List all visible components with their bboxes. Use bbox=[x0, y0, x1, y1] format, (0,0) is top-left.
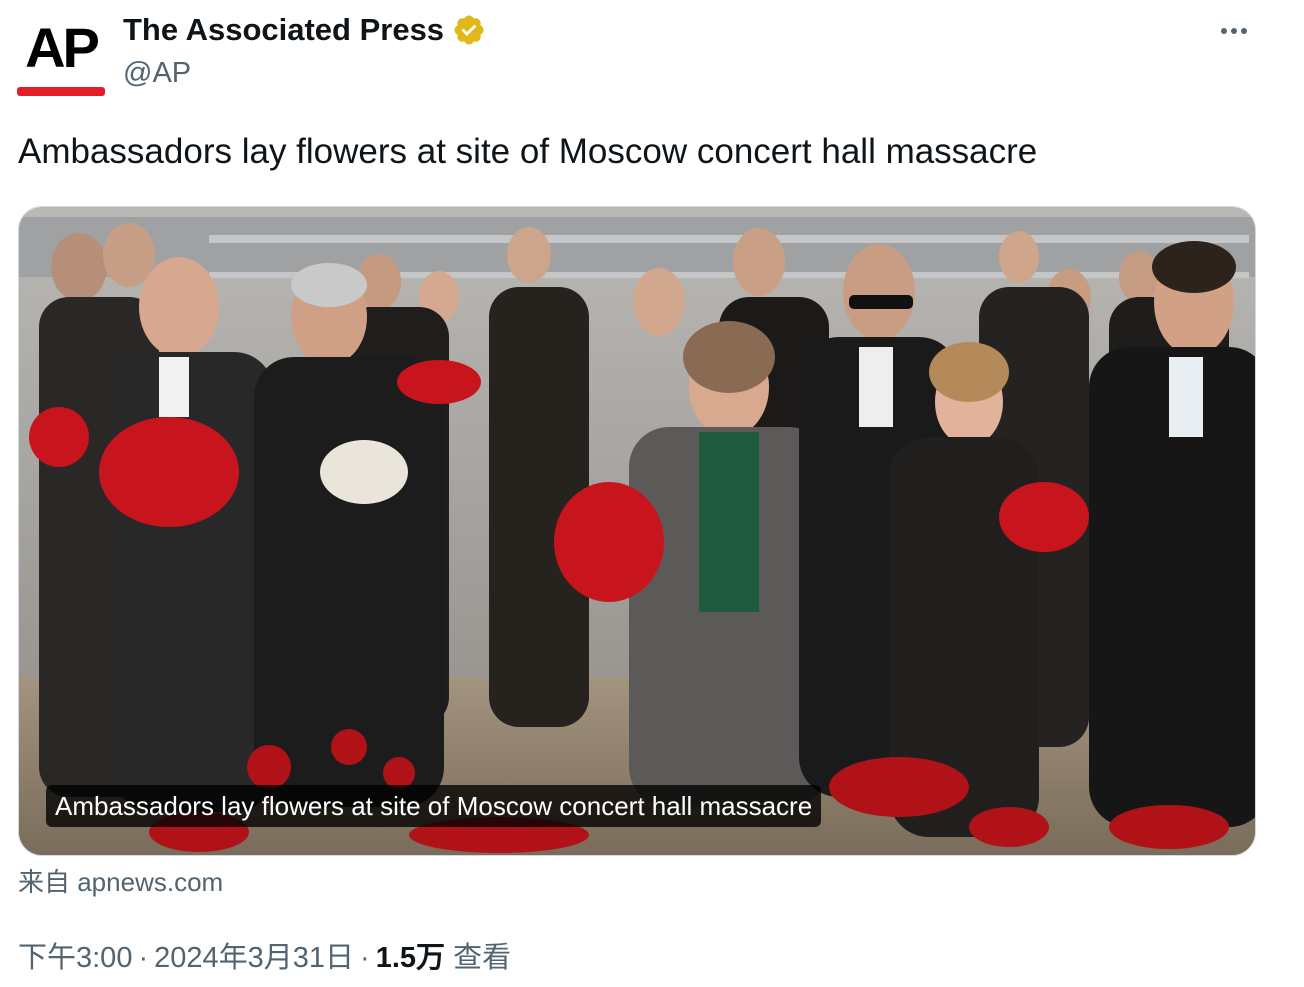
card-caption: Ambassadors lay flowers at site of Mosco… bbox=[46, 785, 822, 827]
tweet: AP The Associated Press @AP Ambassadors … bbox=[0, 0, 1304, 987]
link-card[interactable]: Ambassadors lay flowers at site of Mosco… bbox=[18, 206, 1256, 856]
card-source-link[interactable]: 来自 apnews.com bbox=[18, 864, 223, 900]
meta-separator: · bbox=[138, 942, 149, 974]
tweet-date-link[interactable]: 2024年3月31日 bbox=[154, 942, 354, 974]
author-name-row: The Associated Press bbox=[123, 10, 486, 50]
tweet-text: Ambassadors lay flowers at site of Mosco… bbox=[18, 132, 1038, 171]
more-dot bbox=[1241, 28, 1247, 34]
more-dot bbox=[1221, 28, 1227, 34]
more-options-icon[interactable] bbox=[1212, 16, 1256, 46]
views-label: 查看 bbox=[453, 942, 512, 974]
tweet-time-link[interactable]: 下午3:00 bbox=[18, 942, 132, 974]
card-photo bbox=[19, 207, 1255, 855]
views-count: 1.5万 bbox=[375, 942, 446, 974]
verified-badge-icon[interactable] bbox=[452, 13, 486, 47]
more-dot bbox=[1231, 28, 1237, 34]
avatar[interactable]: AP bbox=[17, 12, 105, 96]
tweet-meta: 下午3:00 · 2024年3月31日 · 1.5万 查看 bbox=[18, 938, 511, 978]
author-handle[interactable]: @AP bbox=[123, 54, 191, 92]
author-display-name[interactable]: The Associated Press bbox=[123, 12, 444, 48]
avatar-logo-bar bbox=[17, 87, 105, 96]
avatar-logo-text: AP bbox=[25, 16, 100, 79]
meta-separator: · bbox=[360, 942, 370, 974]
